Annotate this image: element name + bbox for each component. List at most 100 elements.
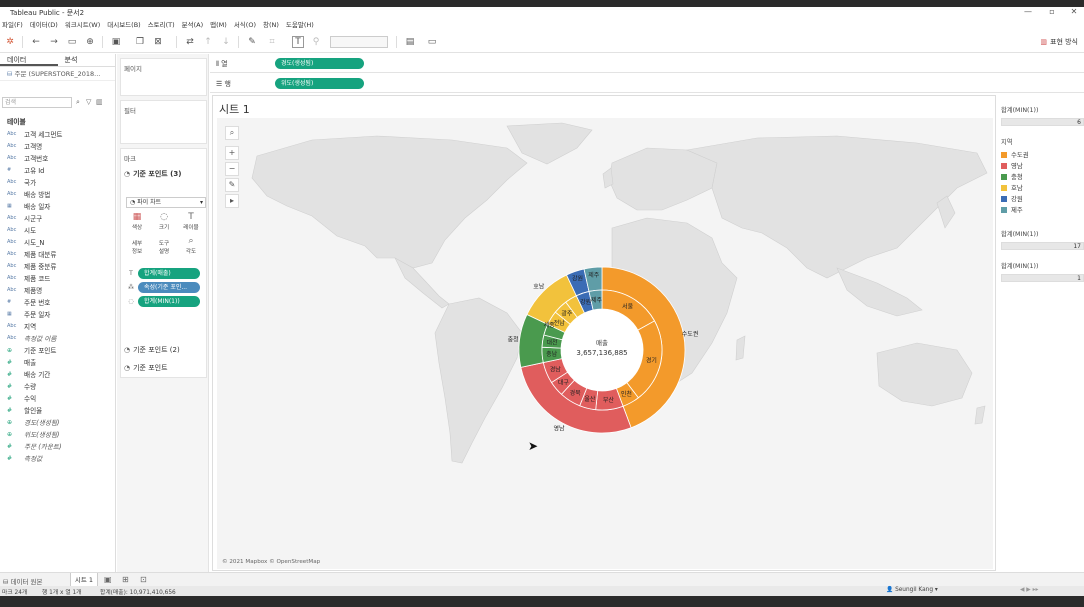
field-item[interactable]: # 수량 xyxy=(0,380,116,392)
legend-item[interactable]: 수도권 xyxy=(1001,149,1084,160)
legend-item[interactable]: 호남 xyxy=(1001,182,1084,193)
field-item[interactable]: Abc 고객 세그먼트 xyxy=(0,128,116,140)
field-item[interactable]: # 할인율 xyxy=(0,404,116,416)
field-item[interactable]: Abc 제품명 xyxy=(0,284,116,296)
rows-pill[interactable]: 위도(생성됨) xyxy=(275,78,364,89)
field-item[interactable]: # 측정값 xyxy=(0,452,116,464)
field-item[interactable]: Abc 고객번호 xyxy=(0,152,116,164)
menu-story[interactable]: 스토리(T) xyxy=(148,19,175,29)
expand-toolbar-icon[interactable]: ▸ xyxy=(225,194,239,208)
sort-descending-icon[interactable]: ↓ xyxy=(220,36,232,48)
size-legend-2[interactable]: 합계(MIN(1)) 17 xyxy=(1001,229,1084,250)
columns-shelf[interactable]: ⫴ 열 경도(생성됨) xyxy=(210,54,1084,73)
menu-analysis[interactable]: 분석(A) xyxy=(182,19,203,29)
show-me-button[interactable]: ▥ 표현 방식 xyxy=(1040,37,1078,47)
menu-help[interactable]: 도움말(H) xyxy=(286,19,314,29)
view-options-icon[interactable]: ▥ xyxy=(96,98,103,106)
new-story-icon[interactable]: ⊡ xyxy=(140,575,147,584)
sort-ascending-icon[interactable]: ↑ xyxy=(202,36,214,48)
sum-sales-pill[interactable]: 합계(매출) xyxy=(138,268,200,279)
group-icon[interactable]: ⌗ xyxy=(266,36,278,48)
legend-item[interactable]: 영남 xyxy=(1001,160,1084,171)
pin-map-icon[interactable]: ✎ xyxy=(225,178,239,192)
presentation-mode-icon[interactable]: ▭ xyxy=(426,36,438,48)
sheet-navigation-icon[interactable]: ◀ ▶ ▸▸ xyxy=(1020,587,1038,593)
marks-layer-2[interactable]: ◔ 기준 포인트 (2) xyxy=(124,345,206,355)
datasource-tab[interactable]: ⛁ 데이터 원본 xyxy=(3,576,42,586)
datasource-item[interactable]: ⛁ 주문 (SUPERSTORE_2018... xyxy=(0,67,115,81)
filter-fields-icon[interactable]: ▽ xyxy=(86,98,91,106)
field-item[interactable]: Abc 제품 중분류 xyxy=(0,260,116,272)
color-button[interactable]: ▦ 색상 xyxy=(125,211,149,235)
undo-icon[interactable]: ← xyxy=(30,36,42,48)
field-item[interactable]: # 매출 xyxy=(0,356,116,368)
field-item[interactable]: ▦ 주문 일자 xyxy=(0,308,116,320)
size-legend-1[interactable]: 합계(MIN(1)) 6 xyxy=(1001,105,1084,126)
legend-item[interactable]: 제주 xyxy=(1001,204,1084,215)
tooltip-button[interactable]: 도구 설명 xyxy=(152,239,176,263)
field-item[interactable]: ⊕ 위도(생성됨) xyxy=(0,428,116,440)
color-legend[interactable]: 지역 수도권 영남 충청 호남 강원 제주 xyxy=(1001,137,1084,215)
sum-min1-pill[interactable]: 합계(MIN(1)) xyxy=(138,296,200,307)
size-button[interactable]: ◌ 크기 xyxy=(152,211,176,235)
tableau-logo-icon[interactable]: ✲ xyxy=(4,36,16,48)
field-item[interactable]: Abc 시도 xyxy=(0,224,116,236)
close-icon[interactable]: ✕ xyxy=(1064,7,1084,16)
duplicate-sheet-icon[interactable]: ❐ xyxy=(134,36,146,48)
marks-layer-1[interactable]: ◔ 기준 포인트 (3) xyxy=(124,169,206,179)
menu-format[interactable]: 서식(O) xyxy=(234,19,256,29)
zoom-out-icon[interactable]: − xyxy=(225,162,239,176)
columns-pill[interactable]: 경도(생성됨) xyxy=(275,58,364,69)
field-item[interactable]: Abc 측정값 이름 xyxy=(0,332,116,344)
label-button[interactable]: T 레이블 xyxy=(179,211,203,235)
highlight-icon[interactable]: ✎ xyxy=(246,36,258,48)
filters-shelf[interactable]: 필터 xyxy=(120,100,207,144)
show-mark-labels-icon[interactable]: T xyxy=(292,36,304,48)
detail-button[interactable]: 세부 정보 xyxy=(125,239,149,263)
field-item[interactable]: Abc 시도_N xyxy=(0,236,116,248)
tab-data[interactable]: 데이터 xyxy=(0,54,58,66)
menu-map[interactable]: 맵(M) xyxy=(210,19,227,29)
field-item[interactable]: Abc 제품 코드 xyxy=(0,272,116,284)
fix-axes-icon[interactable]: ⚲ xyxy=(310,36,322,48)
tab-sheet-1[interactable]: 시트 1 xyxy=(70,573,98,587)
field-item[interactable]: ▦ 배송 일자 xyxy=(0,200,116,212)
menu-data[interactable]: 데이터(D) xyxy=(30,19,58,29)
pages-shelf[interactable]: 페이지 xyxy=(120,58,207,96)
new-dashboard-icon[interactable]: ⊞ xyxy=(122,575,129,584)
swap-rows-columns-icon[interactable]: ⇄ xyxy=(184,36,196,48)
map-search-icon[interactable]: ⌕ xyxy=(225,126,239,140)
angle-button[interactable]: ⌕ 각도 xyxy=(179,235,203,259)
legend-item[interactable]: 충청 xyxy=(1001,171,1084,182)
field-item[interactable]: Abc 시군구 xyxy=(0,212,116,224)
fit-dropdown[interactable] xyxy=(330,36,388,48)
field-item[interactable]: # 수익 xyxy=(0,392,116,404)
rows-shelf[interactable]: ☰ 행 위도(생성됨) xyxy=(210,74,1084,93)
save-icon[interactable]: ▭ xyxy=(66,36,78,48)
map-canvas[interactable]: 매출 3,657,136,885 수도권 영남 충청 호남 강원 제주 서울 경기 인천 부산 울산… xyxy=(217,118,993,569)
marks-layer-3[interactable]: ◔ 기준 포인트 xyxy=(124,363,206,373)
sheet-title[interactable]: 시트 1 xyxy=(219,101,250,117)
tab-analysis[interactable]: 분석 xyxy=(58,54,116,66)
menu-worksheet[interactable]: 워크시트(W) xyxy=(65,19,100,29)
field-item[interactable]: ⊕ 경도(생성됨) xyxy=(0,416,116,428)
field-item[interactable]: Abc 지역 xyxy=(0,320,116,332)
field-item[interactable]: # 주문 번호 xyxy=(0,296,116,308)
field-item[interactable]: Abc 제품 대분류 xyxy=(0,248,116,260)
field-item[interactable]: ⊕ 기준 포인트 xyxy=(0,344,116,356)
field-item[interactable]: # 배송 기간 xyxy=(0,368,116,380)
new-datasource-icon[interactable]: ⊕ xyxy=(84,36,96,48)
zoom-in-icon[interactable]: + xyxy=(225,146,239,160)
attr-point-pill[interactable]: 속성(기준 포인... xyxy=(138,282,200,293)
mark-type-select[interactable]: ◔ 파이 차트 ▾ xyxy=(126,197,206,208)
menu-file[interactable]: 파일(F) xyxy=(2,19,23,29)
new-worksheet-icon[interactable]: ▣ xyxy=(104,575,112,584)
maximize-icon[interactable]: ▫ xyxy=(1042,7,1062,16)
menu-window[interactable]: 창(N) xyxy=(263,19,279,29)
field-item[interactable]: # 주문 (카운트) xyxy=(0,440,116,452)
user-account[interactable]: 👤 Seungil Kang ▾ xyxy=(886,587,938,593)
field-item[interactable]: # 고유 Id xyxy=(0,164,116,176)
redo-icon[interactable]: → xyxy=(48,36,60,48)
minimize-icon[interactable]: — xyxy=(1018,7,1038,16)
size-legend-3[interactable]: 합계(MIN(1)) 1 xyxy=(1001,261,1084,282)
